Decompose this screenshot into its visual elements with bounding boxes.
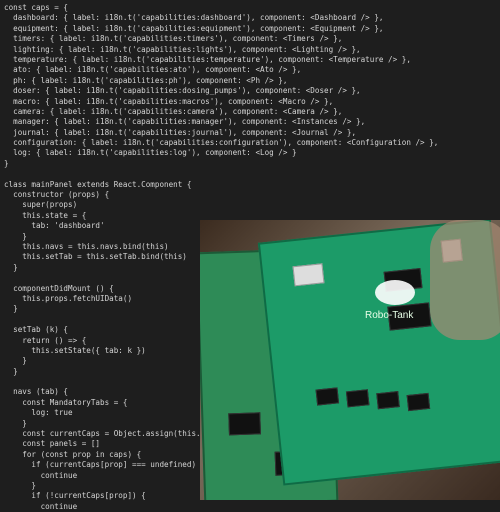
code-line[interactable]: dashboard: { label: i18n.t('capabilities…: [4, 13, 438, 23]
code-line[interactable]: log: { label: i18n.t('capabilities:log')…: [4, 148, 438, 158]
code-line[interactable]: manager: { label: i18n.t('capabilities:m…: [4, 117, 438, 127]
hand: [430, 220, 500, 340]
fish-logo-icon: [375, 280, 415, 305]
code-line[interactable]: macro: { label: i18n.t('capabilities:mac…: [4, 97, 438, 107]
code-line[interactable]: class mainPanel extends React.Component …: [4, 180, 438, 190]
transistor: [315, 387, 340, 406]
code-line[interactable]: const caps = {: [4, 3, 438, 13]
code-line[interactable]: camera: { label: i18n.t('capabilities:ca…: [4, 107, 438, 117]
code-line[interactable]: doser: { label: i18n.t('capabilities:dos…: [4, 86, 438, 96]
code-line[interactable]: constructor (props) {: [4, 190, 438, 200]
code-line[interactable]: ph: { label: i18n.t('capabilities:ph'), …: [4, 76, 438, 86]
code-line[interactable]: temperature: { label: i18n.t('capabiliti…: [4, 55, 438, 65]
code-line[interactable]: super(props): [4, 200, 438, 210]
code-line[interactable]: equipment: { label: i18n.t('capabilities…: [4, 24, 438, 34]
chip: [228, 412, 261, 436]
code-line[interactable]: journal: { label: i18n.t('capabilities:j…: [4, 128, 438, 138]
board-logo-text: Robo-Tank: [365, 310, 414, 321]
usb-connector: [292, 263, 325, 287]
code-line[interactable]: lighting: { label: i18n.t('capabilities:…: [4, 45, 438, 55]
code-line[interactable]: ato: { label: i18n.t('capabilities:ato')…: [4, 65, 438, 75]
code-line[interactable]: continue: [4, 502, 438, 512]
code-line[interactable]: }: [4, 159, 438, 169]
transistor: [406, 392, 431, 412]
code-line[interactable]: configuration: { label: i18n.t('capabili…: [4, 138, 438, 148]
hardware-photo: Robo-Tank: [200, 220, 500, 500]
code-line[interactable]: [4, 169, 438, 179]
transistor: [376, 391, 400, 410]
code-line[interactable]: timers: { label: i18n.t('capabilities:ti…: [4, 34, 438, 44]
transistor: [345, 389, 370, 408]
